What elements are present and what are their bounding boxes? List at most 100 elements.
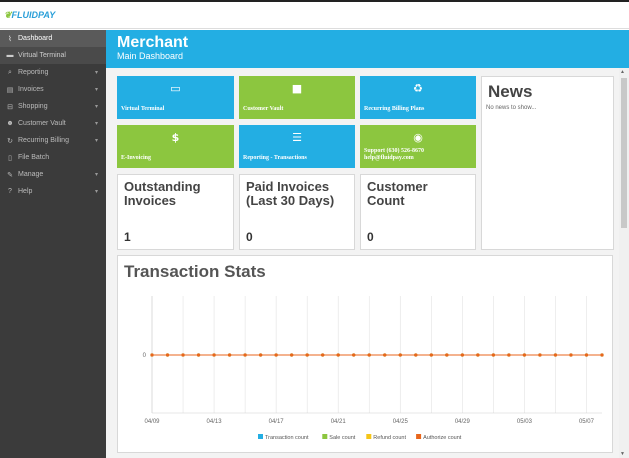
outstanding-invoices-card[interactable]: Outstanding Invoices 1 — [117, 174, 234, 250]
credit-card-icon: ▭ — [170, 82, 181, 95]
data-point — [414, 353, 418, 357]
sidebar-item-label: File Batch — [18, 154, 50, 161]
page-header: Merchant Main Dashboard — [106, 30, 629, 68]
cart-icon: ⊟ — [7, 103, 13, 111]
brand-bar: ❦FLUIDPAY — [0, 2, 629, 29]
y-tick-label: 0 — [143, 353, 147, 359]
x-tick-label: 05/07 — [579, 419, 595, 425]
sidebar-item-file-batch[interactable]: ▯ File Batch — [0, 149, 106, 166]
news-title: News — [488, 82, 533, 101]
vertical-scrollbar[interactable]: ▲ ▼ — [619, 68, 629, 458]
customer-count-value: 0 — [367, 230, 374, 244]
data-point — [584, 353, 589, 357]
data-point — [445, 353, 449, 357]
data-point — [227, 353, 232, 357]
wrench-icon: ✎ — [7, 171, 13, 179]
headset-icon: ◉ — [413, 131, 423, 144]
sidebar-item-help[interactable]: ? Help ▾ — [0, 183, 106, 200]
scroll-up-arrow-icon[interactable]: ▲ — [620, 69, 625, 75]
customer-count-card[interactable]: Customer Count 0 — [360, 174, 476, 250]
data-point — [243, 353, 247, 357]
data-point — [321, 353, 325, 357]
page-subtitle: Main Dashboard — [117, 51, 184, 61]
sidebar-item-label: Dashboard — [18, 35, 53, 42]
data-point — [196, 353, 201, 357]
chevron-down-icon: ▾ — [94, 104, 98, 110]
data-point — [165, 353, 170, 357]
data-point — [522, 353, 527, 357]
transaction-stats-panel: Transaction Stats 0 04/09 04/13 04/17 04/21 0… — [117, 255, 613, 453]
legend-label: Sale count — [329, 435, 355, 441]
data-point — [259, 353, 263, 357]
chevron-down-icon: ▾ — [94, 70, 98, 76]
leaf-icon: ❦ — [4, 10, 12, 20]
legend-label: Authorize count — [423, 435, 462, 441]
scroll-down-arrow-icon[interactable]: ▼ — [620, 451, 625, 457]
list-chart-icon: ☰ — [292, 131, 302, 144]
virtual-terminal-tile[interactable]: ▭ Virtual Terminal — [117, 76, 234, 119]
legend-label: Refund count — [373, 435, 406, 441]
sidebar-item-invoices[interactable]: ▤ Invoices ▾ — [0, 81, 106, 98]
chevron-down-icon: ▾ — [94, 121, 98, 127]
sidebar-item-customer-vault[interactable]: ☻ Customer Vault ▾ — [0, 115, 106, 132]
data-point — [600, 353, 604, 357]
customer-vault-tile[interactable]: ■ Customer Vault — [239, 76, 355, 119]
search-icon: ⌕ — [8, 68, 12, 76]
chart-icon: ⌇ — [8, 35, 12, 43]
help-icon: ? — [8, 188, 12, 195]
x-tick-label: 05/03 — [517, 419, 533, 425]
invoice-dollar-icon: $ — [171, 131, 180, 144]
paid-invoices-card[interactable]: Paid Invoices (Last 30 Days) 0 — [239, 174, 355, 250]
news-message: No news to show... — [486, 105, 537, 111]
legend-swatch — [258, 434, 263, 439]
data-point — [352, 353, 356, 357]
sidebar-item-label: Invoices — [18, 86, 44, 93]
recurring-billing-tile[interactable]: ♻ Recurring Billing Plans — [360, 76, 476, 119]
sidebar-item-dashboard[interactable]: ⌇ Dashboard — [0, 30, 106, 47]
outstanding-invoices-value: 1 — [124, 230, 131, 244]
legend-swatch — [416, 434, 422, 439]
data-point — [398, 353, 402, 357]
sidebar-item-virtual-terminal[interactable]: ▬ Virtual Terminal — [0, 47, 106, 64]
data-point — [460, 353, 464, 357]
scrollbar-thumb[interactable] — [621, 78, 627, 228]
x-tick-label: 04/13 — [207, 419, 223, 425]
users-icon: ☻ — [6, 120, 14, 127]
data-point — [367, 353, 371, 357]
chevron-down-icon: ▾ — [94, 189, 98, 195]
data-point — [305, 353, 309, 357]
fluidpay-logo[interactable]: ❦FLUIDPAY — [4, 10, 55, 21]
sidebar-item-shopping[interactable]: ⊟ Shopping ▾ — [0, 98, 106, 115]
data-point — [274, 353, 278, 357]
sidebar-item-recurring-billing[interactable]: ↻ Recurring Billing ▾ — [0, 132, 106, 149]
support-tile[interactable]: ◉ Support (630) 526-8670 help@fluidpay.co… — [360, 125, 476, 168]
data-point — [491, 353, 495, 357]
legend-label: Transaction count — [265, 435, 309, 441]
x-tick-label: 04/21 — [331, 419, 347, 425]
data-point — [553, 353, 558, 357]
sidebar-item-label: Customer Vault — [18, 120, 66, 127]
data-point — [569, 353, 573, 357]
einvoicing-tile[interactable]: $ E-Invoicing — [117, 125, 234, 168]
sidebar-item-label: Recurring Billing — [18, 137, 69, 144]
chevron-down-icon: ▾ — [94, 138, 98, 144]
refresh-icon: ↻ — [7, 137, 13, 145]
data-point — [150, 353, 154, 357]
chevron-down-icon: ▾ — [94, 87, 98, 93]
legend-swatch — [322, 434, 328, 439]
paid-invoices-value: 0 — [246, 230, 253, 244]
data-point — [181, 353, 185, 357]
reporting-transactions-tile[interactable]: ☰ Reporting - Transactions — [239, 125, 355, 168]
recycle-icon: ♻ — [413, 82, 423, 95]
sidebar-item-label: Virtual Terminal — [18, 52, 66, 59]
data-point — [290, 353, 294, 357]
x-tick-label: 04/29 — [455, 419, 471, 425]
data-point — [507, 353, 511, 357]
sidebar-item-label: Reporting — [18, 69, 49, 76]
data-point — [476, 353, 480, 357]
data-point — [336, 353, 340, 357]
sidebar-item-manage[interactable]: ✎ Manage ▾ — [0, 166, 106, 183]
news-panel: News No news to show... — [481, 76, 614, 250]
x-tick-label: 04/09 — [144, 419, 160, 425]
sidebar-item-reporting[interactable]: ⌕ Reporting ▾ — [0, 64, 106, 81]
